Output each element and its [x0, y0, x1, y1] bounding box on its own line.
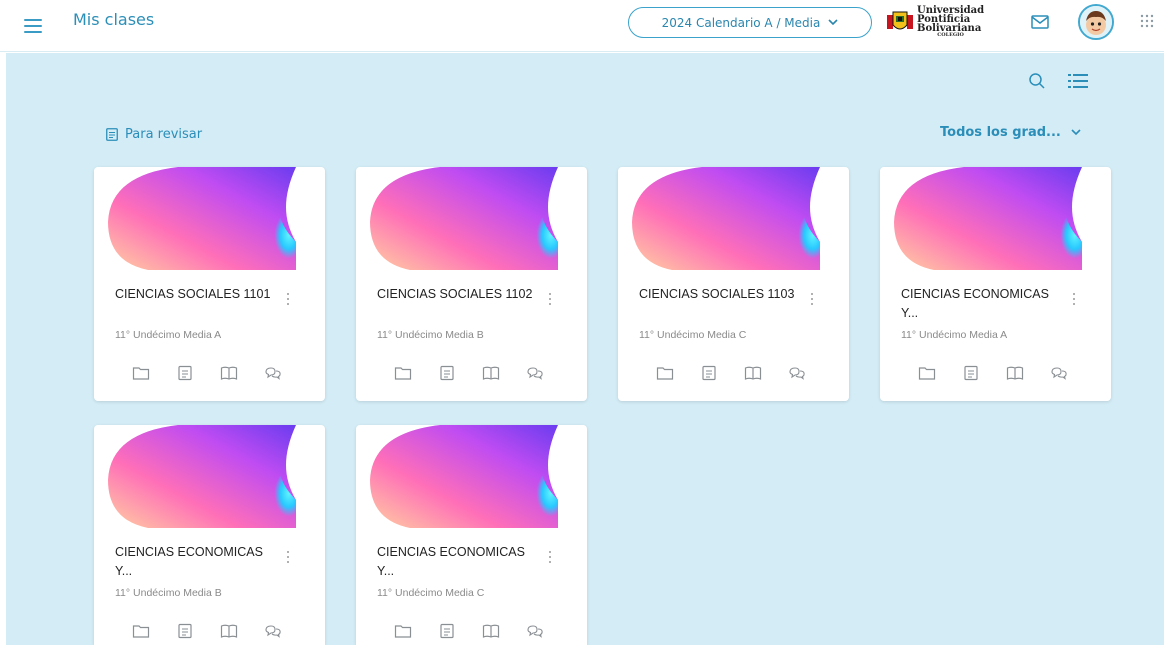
class-banner-image — [894, 167, 1082, 270]
class-banner-image — [370, 167, 558, 270]
chat-icon[interactable] — [1050, 365, 1068, 381]
more-options-icon[interactable] — [544, 549, 556, 565]
card-actions — [656, 365, 806, 381]
card-actions — [394, 365, 544, 381]
grade-filter-label: Todos los grad... — [940, 125, 1061, 140]
class-group: 11° Undécimo Media C — [377, 587, 485, 599]
card-actions — [918, 365, 1068, 381]
chat-icon[interactable] — [526, 623, 544, 639]
more-options-icon[interactable] — [806, 291, 818, 307]
class-group: 11° Undécimo Media B — [377, 329, 484, 341]
avatar[interactable] — [1078, 4, 1114, 40]
assignment-icon[interactable] — [438, 365, 456, 381]
school-logo: Universidad Pontificia Bolivariana COLEG… — [887, 4, 1007, 40]
book-icon[interactable] — [1006, 365, 1024, 381]
chevron-down-icon — [1071, 129, 1081, 136]
class-title: CIENCIAS ECONOMICAS Y... — [901, 287, 1049, 320]
assignment-icon[interactable] — [700, 365, 718, 381]
card-actions — [132, 365, 282, 381]
mail-icon[interactable] — [1031, 15, 1049, 29]
more-options-icon[interactable] — [1068, 291, 1080, 307]
calendar-select[interactable]: 2024 Calendario A / Media — [628, 7, 872, 38]
folder-icon[interactable] — [918, 365, 936, 381]
class-group: 11° Undécimo Media A — [901, 329, 1008, 341]
folder-icon[interactable] — [656, 365, 674, 381]
list-view-icon[interactable] — [1068, 72, 1088, 90]
crest-icon — [887, 9, 913, 35]
assignment-icon[interactable] — [962, 365, 980, 381]
chat-icon[interactable] — [526, 365, 544, 381]
class-card[interactable]: CIENCIAS SOCIALES 1101 11° Undécimo Medi… — [94, 167, 325, 401]
assignment-icon[interactable] — [176, 365, 194, 381]
class-card[interactable]: CIENCIAS SOCIALES 1103 11° Undécimo Medi… — [618, 167, 849, 401]
search-icon[interactable] — [1028, 72, 1046, 90]
class-banner-image — [632, 167, 820, 270]
page-title: Mis clases — [73, 10, 155, 29]
folder-icon[interactable] — [132, 623, 150, 639]
class-card[interactable]: CIENCIAS ECONOMICAS Y... 11° Undécimo Me… — [880, 167, 1111, 401]
book-icon[interactable] — [220, 623, 238, 639]
calendar-select-label: 2024 Calendario A / Media — [661, 15, 821, 30]
class-group: 11° Undécimo Media A — [115, 329, 222, 341]
grade-filter-dropdown[interactable]: Todos los grad... — [940, 125, 1081, 140]
card-actions — [394, 623, 544, 639]
book-icon[interactable] — [220, 365, 238, 381]
book-icon[interactable] — [744, 365, 762, 381]
assignment-icon — [106, 128, 118, 141]
chat-icon[interactable] — [264, 623, 282, 639]
classes-panel: Para revisar Todos los grad... CIENCIAS … — [6, 53, 1164, 645]
apps-grid-icon[interactable] — [1140, 14, 1154, 28]
card-actions — [132, 623, 282, 639]
class-title: CIENCIAS ECONOMICAS Y... — [115, 545, 263, 578]
class-card[interactable]: CIENCIAS ECONOMICAS Y... 11° Undécimo Me… — [356, 425, 587, 645]
class-title: CIENCIAS SOCIALES 1101 — [115, 287, 271, 301]
review-link-label: Para revisar — [125, 127, 203, 142]
more-options-icon[interactable] — [282, 549, 294, 565]
assignment-icon[interactable] — [176, 623, 194, 639]
menu-icon[interactable] — [24, 14, 46, 36]
chat-icon[interactable] — [788, 365, 806, 381]
book-icon[interactable] — [482, 623, 500, 639]
chevron-down-icon — [828, 19, 838, 26]
more-options-icon[interactable] — [544, 291, 556, 307]
class-banner-image — [108, 167, 296, 270]
folder-icon[interactable] — [394, 623, 412, 639]
assignment-icon[interactable] — [438, 623, 456, 639]
class-card[interactable]: CIENCIAS SOCIALES 1102 11° Undécimo Medi… — [356, 167, 587, 401]
class-card[interactable]: CIENCIAS ECONOMICAS Y... 11° Undécimo Me… — [94, 425, 325, 645]
top-bar: Mis clases 2024 Calendario A / Media Uni… — [0, 0, 1164, 52]
more-options-icon[interactable] — [282, 291, 294, 307]
chat-icon[interactable] — [264, 365, 282, 381]
class-title: CIENCIAS SOCIALES 1102 — [377, 287, 533, 301]
class-banner-image — [370, 425, 558, 528]
class-title: CIENCIAS SOCIALES 1103 — [639, 287, 795, 301]
book-icon[interactable] — [482, 365, 500, 381]
folder-icon[interactable] — [394, 365, 412, 381]
class-title: CIENCIAS ECONOMICAS Y... — [377, 545, 525, 578]
class-banner-image — [108, 425, 296, 528]
class-group: 11° Undécimo Media C — [639, 329, 747, 341]
folder-icon[interactable] — [132, 365, 150, 381]
review-link[interactable]: Para revisar — [106, 127, 202, 142]
class-group: 11° Undécimo Media B — [115, 587, 222, 599]
